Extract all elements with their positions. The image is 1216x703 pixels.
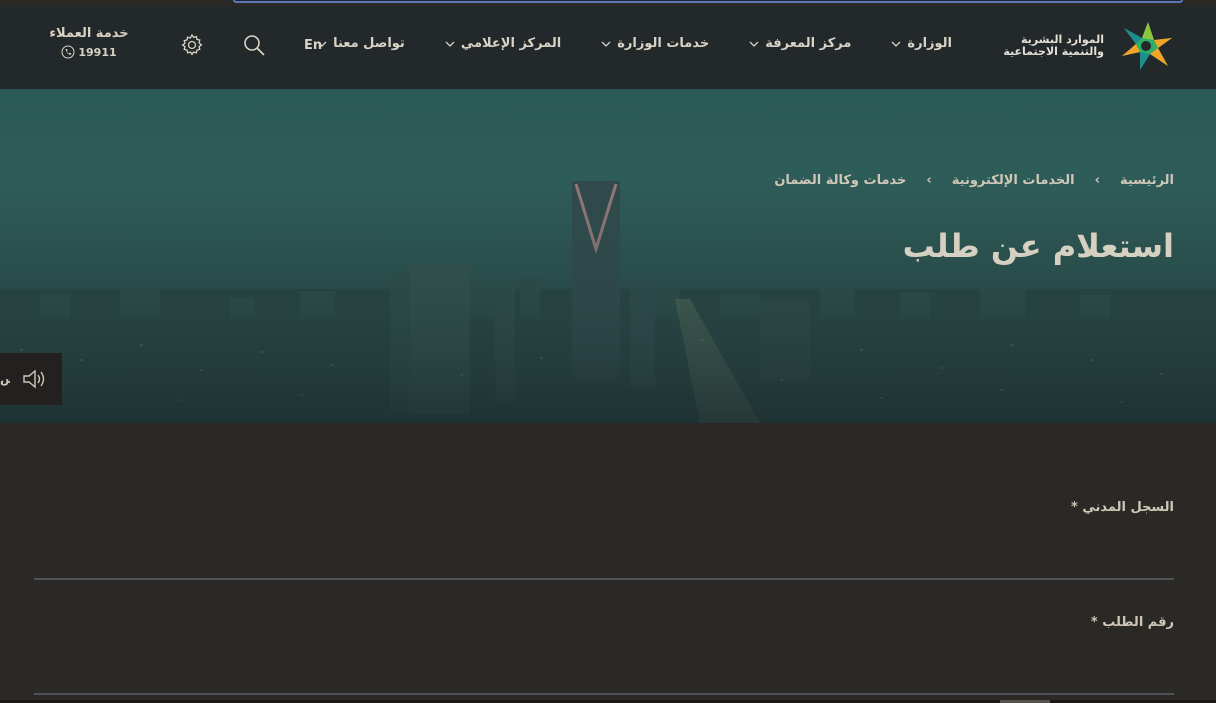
national-id-label: السجل المدني *	[1071, 500, 1174, 515]
breadcrumb-e-services[interactable]: الخدمات الإلكترونية	[952, 173, 1075, 188]
chevron-down-icon	[749, 41, 759, 47]
nav-item-ministry-services[interactable]: خدمات الوزارة	[601, 36, 709, 51]
logo-text: الموارد البشرية والتنمية الاجتماعية	[1003, 34, 1104, 58]
nav-label: تواصل معنا	[333, 36, 405, 51]
listen-button[interactable]: اس	[0, 353, 62, 405]
breadcrumb: الرئيسية › الخدمات الإلكترونية › خدمات و…	[774, 173, 1174, 188]
chevron-down-icon	[891, 41, 901, 47]
nav-item-knowledge-center[interactable]: مركز المعرفة	[749, 36, 851, 51]
request-number-label: رقم الطلب *	[1090, 615, 1174, 630]
logo-text-line2: والتنمية الاجتماعية	[1003, 45, 1104, 58]
address-bar-edge	[233, 0, 1183, 3]
phone-number: 19911	[78, 45, 117, 59]
language-toggle[interactable]: En	[304, 38, 322, 53]
listen-label: اس	[0, 372, 10, 386]
breadcrumb-current: خدمات وكالة الضمان	[774, 173, 907, 188]
national-id-input[interactable]	[34, 546, 1174, 580]
page-title: استعلام عن طلب	[902, 227, 1174, 265]
customer-service-phone: 19911	[48, 45, 130, 59]
logo-star-icon	[1122, 22, 1172, 70]
search-icon[interactable]	[242, 33, 266, 57]
chevron-down-icon	[601, 41, 611, 47]
nav-label: مركز المعرفة	[765, 36, 852, 51]
customer-service-title: خدمة العملاء	[49, 26, 129, 41]
gear-icon[interactable]	[180, 33, 204, 57]
chevron-down-icon	[445, 41, 455, 47]
chevron-left-icon: ›	[926, 173, 932, 188]
breadcrumb-home[interactable]: الرئيسية	[1120, 173, 1174, 188]
nav-label: الوزارة	[907, 36, 952, 51]
site-header: الموارد البشرية والتنمية الاجتماعية الوز…	[0, 6, 1216, 89]
ministry-logo[interactable]: الموارد البشرية والتنمية الاجتماعية	[1003, 20, 1174, 76]
nav-label: خدمات الوزارة	[617, 36, 710, 51]
nav-item-media-center[interactable]: المركز الإعلامي	[445, 36, 561, 51]
request-number-input[interactable]	[34, 661, 1174, 695]
nav-item-contact-us[interactable]: تواصل معنا	[317, 36, 405, 51]
nav-label: المركز الإعلامي	[460, 36, 562, 51]
customer-service[interactable]: خدمة العملاء 19911	[48, 26, 130, 59]
main-nav: الوزارة مركز المعرفة خدمات الوزارة المرك…	[317, 36, 952, 51]
chevron-left-icon: ›	[1094, 173, 1100, 188]
nav-item-ministry[interactable]: الوزارة	[891, 36, 952, 51]
speaker-icon	[23, 369, 45, 389]
phone-icon	[61, 45, 75, 59]
hero-banner: الرئيسية › الخدمات الإلكترونية › خدمات و…	[0, 89, 1216, 423]
